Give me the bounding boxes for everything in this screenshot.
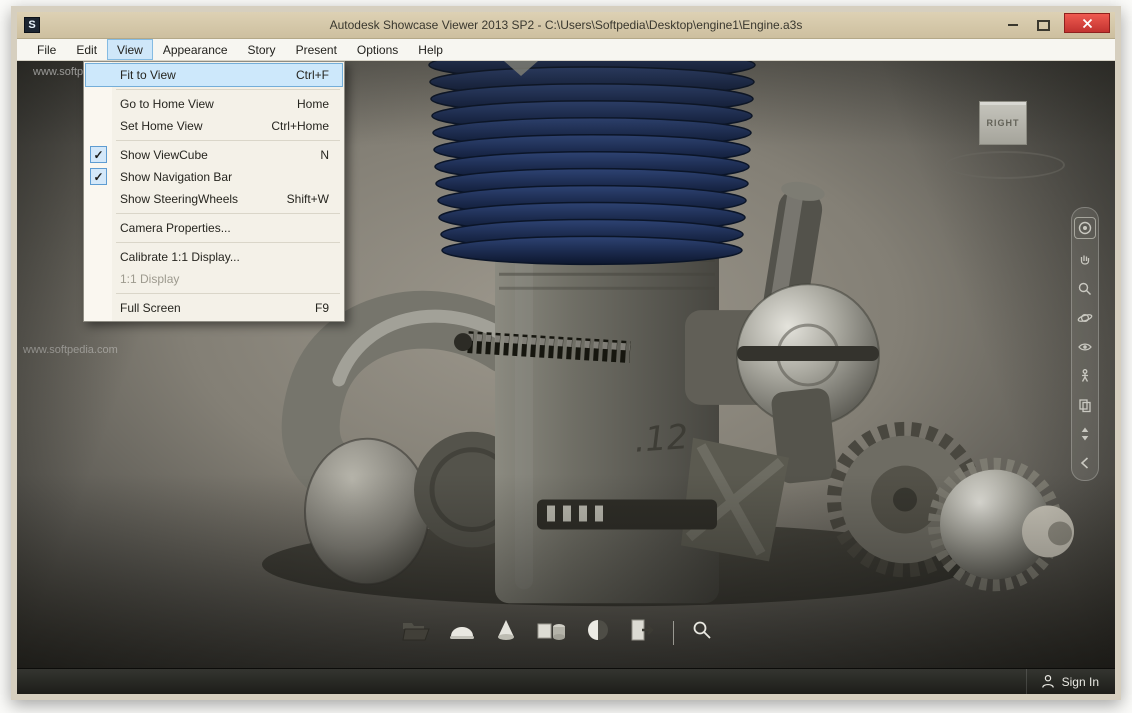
- menu-item-label: Go to Home View: [120, 97, 214, 111]
- close-button[interactable]: [1064, 13, 1110, 33]
- half-sphere-icon[interactable]: [585, 617, 611, 648]
- checkmark-icon: ✓: [90, 146, 107, 163]
- menu-help[interactable]: Help: [409, 40, 452, 59]
- open-folder-icon[interactable]: [401, 617, 431, 648]
- menu-item-label: Fit to View: [120, 68, 176, 82]
- pan-hand-icon[interactable]: [1077, 252, 1093, 268]
- menu-separator: [116, 89, 340, 90]
- viewcube-face-right[interactable]: RIGHT: [979, 101, 1027, 145]
- app-icon[interactable]: S: [24, 17, 40, 33]
- toolbar-separator: [673, 620, 674, 645]
- menu-item-calibrate-display[interactable]: Calibrate 1:1 Display...: [86, 246, 342, 268]
- menu-separator: [116, 213, 340, 214]
- menu-item-label: Show ViewCube: [120, 148, 208, 162]
- viewcube-face-label: RIGHT: [986, 118, 1020, 128]
- menu-item-fit-to-view[interactable]: Fit to View Ctrl+F: [85, 63, 343, 87]
- maximize-button[interactable]: [1028, 12, 1058, 38]
- steering-wheel-icon[interactable]: [1074, 217, 1096, 239]
- menu-edit[interactable]: Edit: [67, 40, 106, 59]
- checkmark-icon: ✓: [90, 168, 107, 185]
- exit-door-icon[interactable]: [628, 617, 656, 648]
- menu-item-label: Show Navigation Bar: [120, 170, 233, 184]
- primitives-icon[interactable]: [536, 617, 568, 648]
- menu-item-label: Full Screen: [120, 301, 181, 315]
- collapse-arrow-icon[interactable]: [1077, 455, 1093, 471]
- menu-file[interactable]: File: [28, 40, 65, 59]
- viewcube[interactable]: RIGHT: [943, 101, 1065, 179]
- viewport-toolbar: [401, 617, 713, 648]
- shade-dome-icon[interactable]: [448, 617, 476, 648]
- menu-item-label: Set Home View: [120, 119, 203, 133]
- menu-item-show-navigation-bar[interactable]: ✓ Show Navigation Bar: [86, 166, 342, 188]
- menu-separator: [116, 242, 340, 243]
- menu-item-show-viewcube[interactable]: ✓ Show ViewCube N: [86, 144, 342, 166]
- menu-item-shortcut: Shift+W: [286, 192, 329, 206]
- minimize-button[interactable]: [998, 12, 1028, 38]
- window-title: Autodesk Showcase Viewer 2013 SP2 - C:\U…: [329, 18, 803, 32]
- updown-arrows-icon[interactable]: [1077, 426, 1093, 442]
- menu-item-shortcut: F9: [314, 301, 329, 315]
- viewcube-compass-ring[interactable]: [945, 151, 1065, 179]
- menu-item-shortcut: Ctrl+F: [296, 68, 329, 82]
- menu-item-label: 1:1 Display: [120, 272, 180, 286]
- statusbar: Sign In: [17, 668, 1115, 694]
- menu-story[interactable]: Story: [239, 40, 285, 59]
- menu-item-shortcut: Ctrl+Home: [271, 119, 329, 133]
- magnifier-icon[interactable]: [691, 619, 713, 646]
- menu-item-show-steeringwheels[interactable]: Show SteeringWheels Shift+W: [86, 188, 342, 210]
- 3d-viewport[interactable]: .12 www.softpedia.com www.softpedia.com …: [17, 61, 1115, 668]
- orbit-icon[interactable]: [1077, 310, 1093, 326]
- navigation-bar: [1071, 207, 1099, 481]
- menu-separator: [116, 140, 340, 141]
- menu-options[interactable]: Options: [348, 40, 407, 59]
- minimize-icon: [1008, 24, 1018, 26]
- menu-item-label: Camera Properties...: [120, 221, 231, 235]
- engine-displacement-label: .12: [633, 417, 690, 461]
- sign-in-button[interactable]: Sign In: [1025, 669, 1115, 694]
- close-icon: [1082, 18, 1092, 28]
- menu-view[interactable]: View: [107, 39, 153, 60]
- walk-icon[interactable]: [1077, 368, 1093, 384]
- menubar: File Edit View Appearance Story Present …: [17, 39, 1115, 61]
- cone-tool-icon[interactable]: [493, 617, 519, 648]
- menu-item-camera-properties[interactable]: Camera Properties...: [86, 217, 342, 239]
- caption-buttons: [998, 12, 1115, 38]
- menu-item-1-1-display: 1:1 Display: [86, 268, 342, 290]
- menu-item-label: Show SteeringWheels: [120, 192, 239, 206]
- menu-appearance[interactable]: Appearance: [154, 40, 237, 59]
- sign-in-label: Sign In: [1061, 674, 1099, 689]
- titlebar[interactable]: S Autodesk Showcase Viewer 2013 SP2 - C:…: [17, 12, 1115, 39]
- menu-separator: [116, 293, 340, 294]
- layers-icon[interactable]: [1077, 397, 1093, 413]
- app-window: S Autodesk Showcase Viewer 2013 SP2 - C:…: [11, 6, 1121, 700]
- maximize-icon: [1036, 19, 1050, 31]
- menu-item-full-screen[interactable]: Full Screen F9: [86, 297, 342, 319]
- look-eye-icon[interactable]: [1077, 339, 1093, 355]
- menu-item-shortcut: Home: [296, 97, 329, 111]
- person-icon: [1041, 674, 1054, 688]
- zoom-icon[interactable]: [1077, 281, 1093, 297]
- menu-item-label: Calibrate 1:1 Display...: [120, 250, 240, 264]
- menu-item-go-to-home-view[interactable]: Go to Home View Home: [86, 93, 342, 115]
- menu-item-set-home-view[interactable]: Set Home View Ctrl+Home: [86, 115, 342, 137]
- menu-item-shortcut: N: [320, 148, 329, 162]
- view-menu-popup: Fit to View Ctrl+F Go to Home View Home …: [83, 61, 345, 322]
- menu-present[interactable]: Present: [287, 40, 346, 59]
